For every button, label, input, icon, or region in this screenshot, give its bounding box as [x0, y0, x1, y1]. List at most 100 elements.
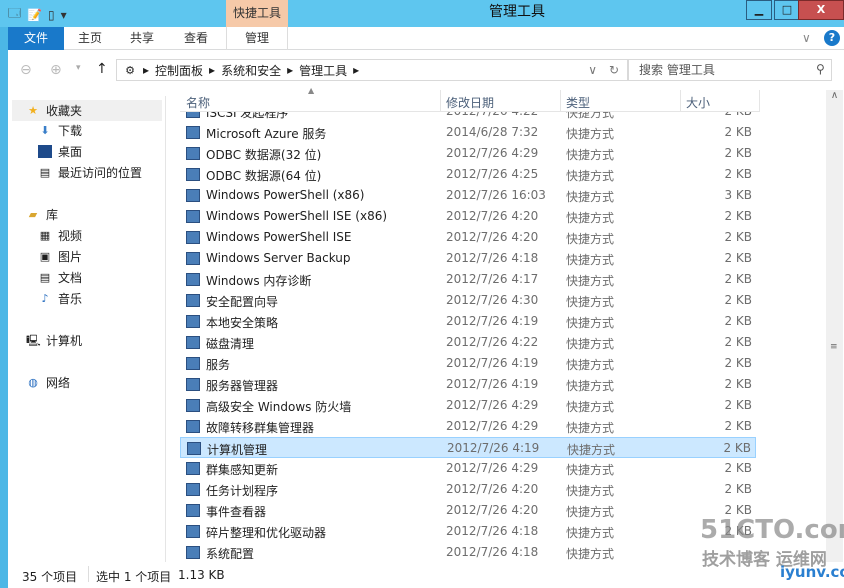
column-divider[interactable] — [759, 90, 760, 112]
file-row[interactable]: Windows PowerShell (x86) 2012/7/26 16:03… — [180, 185, 756, 206]
file-row[interactable]: 磁盘清理 2012/7/26 4:22 快捷方式 2 KB — [180, 332, 756, 353]
scroll-thumb-grip[interactable]: ≡ — [830, 342, 838, 352]
file-name: Windows PowerShell ISE — [206, 230, 352, 244]
expand-ribbon-icon[interactable]: ∨ — [802, 31, 811, 45]
computer-icon: 🖳 — [26, 334, 41, 347]
forward-button[interactable]: ⊕ — [50, 62, 62, 78]
network-icon: ◍ — [28, 376, 38, 389]
column-date[interactable]: 修改日期 — [446, 94, 494, 111]
file-row[interactable]: 故障转移群集管理器 2012/7/26 4:29 快捷方式 2 KB — [180, 416, 756, 437]
file-row[interactable]: Windows PowerShell ISE (x86) 2012/7/26 4… — [180, 206, 756, 227]
file-row[interactable]: Windows 内存诊断 2012/7/26 4:17 快捷方式 2 KB — [180, 269, 756, 290]
search-input[interactable]: 搜索 管理工具 — [628, 59, 832, 81]
up-button[interactable]: ↑ — [96, 61, 108, 77]
properties-icon[interactable]: 📝 — [27, 8, 42, 22]
column-divider[interactable] — [440, 90, 441, 112]
file-row[interactable]: 服务 2012/7/26 4:19 快捷方式 2 KB — [180, 353, 756, 374]
column-name[interactable]: 名称 — [186, 94, 210, 111]
search-icon[interactable]: ⚲ — [816, 62, 825, 76]
recent-places-icon: ▤ — [39, 166, 51, 179]
video-icon: ▦ — [39, 229, 51, 242]
item-count: 35 个项目 — [22, 570, 78, 584]
shortcut-icon — [186, 210, 200, 223]
file-date: 2012/7/26 4:18 — [446, 545, 539, 559]
vertical-scrollbar[interactable]: ∧ ≡ — [826, 90, 843, 562]
file-row[interactable]: 计算机管理 2012/7/26 4:19 快捷方式 2 KB — [180, 437, 756, 458]
maximize-button[interactable]: □ — [774, 0, 800, 20]
file-row[interactable]: 碎片整理和优化驱动器 2012/7/26 4:18 快捷方式 2 KB — [180, 521, 756, 542]
tab-home[interactable]: 主页 — [70, 27, 110, 50]
file-row[interactable]: 本地安全策略 2012/7/26 4:19 快捷方式 2 KB — [180, 311, 756, 332]
file-row[interactable]: 安全配置向导 2012/7/26 4:30 快捷方式 2 KB — [180, 290, 756, 311]
file-row[interactable]: Microsoft Azure 服务 2014/6/28 7:32 快捷方式 2… — [180, 122, 756, 143]
file-row[interactable]: 事件查看器 2012/7/26 4:20 快捷方式 2 KB — [180, 500, 756, 521]
nav-desktop[interactable]: 桌面 — [38, 143, 82, 160]
file-row[interactable]: ODBC 数据源(32 位) 2012/7/26 4:29 快捷方式 2 KB — [180, 143, 756, 164]
address-bar[interactable]: ⚙ ▸ 控制面板 ▸ 系统和安全 ▸ 管理工具 ▸ ∨ ↻ — [116, 59, 628, 81]
file-name: Windows PowerShell (x86) — [206, 188, 365, 202]
customize-dropdown-icon[interactable]: ▾ — [61, 8, 67, 22]
nav-documents[interactable]: ▤ 文档 — [38, 269, 82, 286]
file-row[interactable]: 群集感知更新 2012/7/26 4:29 快捷方式 2 KB — [180, 458, 756, 479]
minimize-button[interactable]: ▁ — [746, 0, 772, 20]
file-name: 服务器管理器 — [206, 379, 279, 393]
breadcrumb-system-security[interactable]: 系统和安全 — [221, 62, 281, 79]
nav-label: 桌面 — [58, 145, 83, 159]
new-folder-icon[interactable]: ▯ — [48, 8, 55, 22]
nav-label: 图片 — [58, 250, 83, 264]
nav-downloads[interactable]: ⬇ 下载 — [38, 122, 82, 139]
breadcrumb-admin-tools[interactable]: 管理工具 — [299, 62, 347, 79]
file-name: 故障转移群集管理器 — [206, 421, 315, 435]
tab-share[interactable]: 共享 — [122, 27, 162, 50]
column-divider[interactable] — [560, 90, 561, 112]
address-dropdown-icon[interactable]: ∨ — [588, 63, 597, 77]
tab-manage[interactable]: 管理 — [226, 27, 288, 50]
file-row[interactable]: ODBC 数据源(64 位) 2012/7/26 4:25 快捷方式 2 KB — [180, 164, 756, 185]
control-panel-icon[interactable]: 🗔 — [8, 4, 21, 25]
nav-libraries[interactable]: ▰ 库 — [26, 206, 58, 223]
file-row[interactable]: 任务计划程序 2012/7/26 4:20 快捷方式 2 KB — [180, 479, 756, 500]
shortcut-icon — [186, 483, 200, 496]
file-row[interactable]: Windows PowerShell ISE 2012/7/26 4:20 快捷… — [180, 227, 756, 248]
shortcut-icon — [186, 231, 200, 244]
scroll-up-arrow[interactable]: ∧ — [826, 90, 843, 101]
tab-view[interactable]: 查看 — [176, 27, 216, 50]
context-tab-header: 快捷工具 — [226, 0, 288, 27]
file-name: 计算机管理 — [207, 443, 268, 457]
tab-file[interactable]: 文件 — [8, 27, 64, 50]
file-row[interactable]: 服务器管理器 2012/7/26 4:19 快捷方式 2 KB — [180, 374, 756, 395]
column-type[interactable]: 类型 — [566, 94, 590, 111]
file-type: 快捷方式 — [566, 253, 615, 267]
shortcut-icon — [186, 315, 200, 328]
shortcut-icon — [186, 147, 200, 160]
nav-pictures[interactable]: ▣ 图片 — [38, 248, 82, 265]
breadcrumb-control-panel[interactable]: 控制面板 — [155, 62, 203, 79]
shortcut-icon — [186, 294, 200, 307]
column-divider[interactable] — [680, 90, 681, 112]
nav-computer[interactable]: 🖳 计算机 — [26, 332, 82, 349]
nav-videos[interactable]: ▦ 视频 — [38, 227, 82, 244]
refresh-icon[interactable]: ↻ — [609, 63, 619, 77]
file-size: 2 KB — [724, 146, 752, 160]
file-size: 2 KB — [724, 461, 752, 475]
close-button[interactable]: X — [798, 0, 844, 20]
file-type: 快捷方式 — [566, 337, 615, 351]
file-row[interactable]: 高级安全 Windows 防火墙 2012/7/26 4:29 快捷方式 2 K… — [180, 395, 756, 416]
back-button[interactable]: ⊖ — [20, 62, 32, 78]
nav-favorites[interactable]: ★ 收藏夹 — [12, 100, 162, 121]
file-row[interactable]: 系统配置 2012/7/26 4:18 快捷方式 — [180, 542, 756, 562]
file-date: 2012/7/26 4:18 — [446, 251, 539, 265]
nav-recent[interactable]: ▤ 最近访问的位置 — [38, 164, 142, 181]
file-type: 快捷方式 — [566, 547, 615, 561]
library-icon: ▰ — [28, 208, 38, 221]
nav-music[interactable]: ♪ 音乐 — [38, 290, 82, 307]
recent-dropdown-icon[interactable]: ▾ — [76, 63, 81, 73]
nav-network[interactable]: ◍ 网络 — [26, 374, 70, 391]
file-type: 快捷方式 — [566, 379, 615, 393]
file-row[interactable]: Windows Server Backup 2012/7/26 4:18 快捷方… — [180, 248, 756, 269]
file-name: 安全配置向导 — [206, 295, 279, 309]
file-row[interactable]: iSCSI 发起程序 2012/7/26 4:22 快捷方式 2 KB — [180, 112, 756, 122]
column-size[interactable]: 大小 — [686, 94, 710, 111]
file-type: 快捷方式 — [566, 112, 615, 120]
help-icon[interactable]: ? — [824, 30, 840, 46]
